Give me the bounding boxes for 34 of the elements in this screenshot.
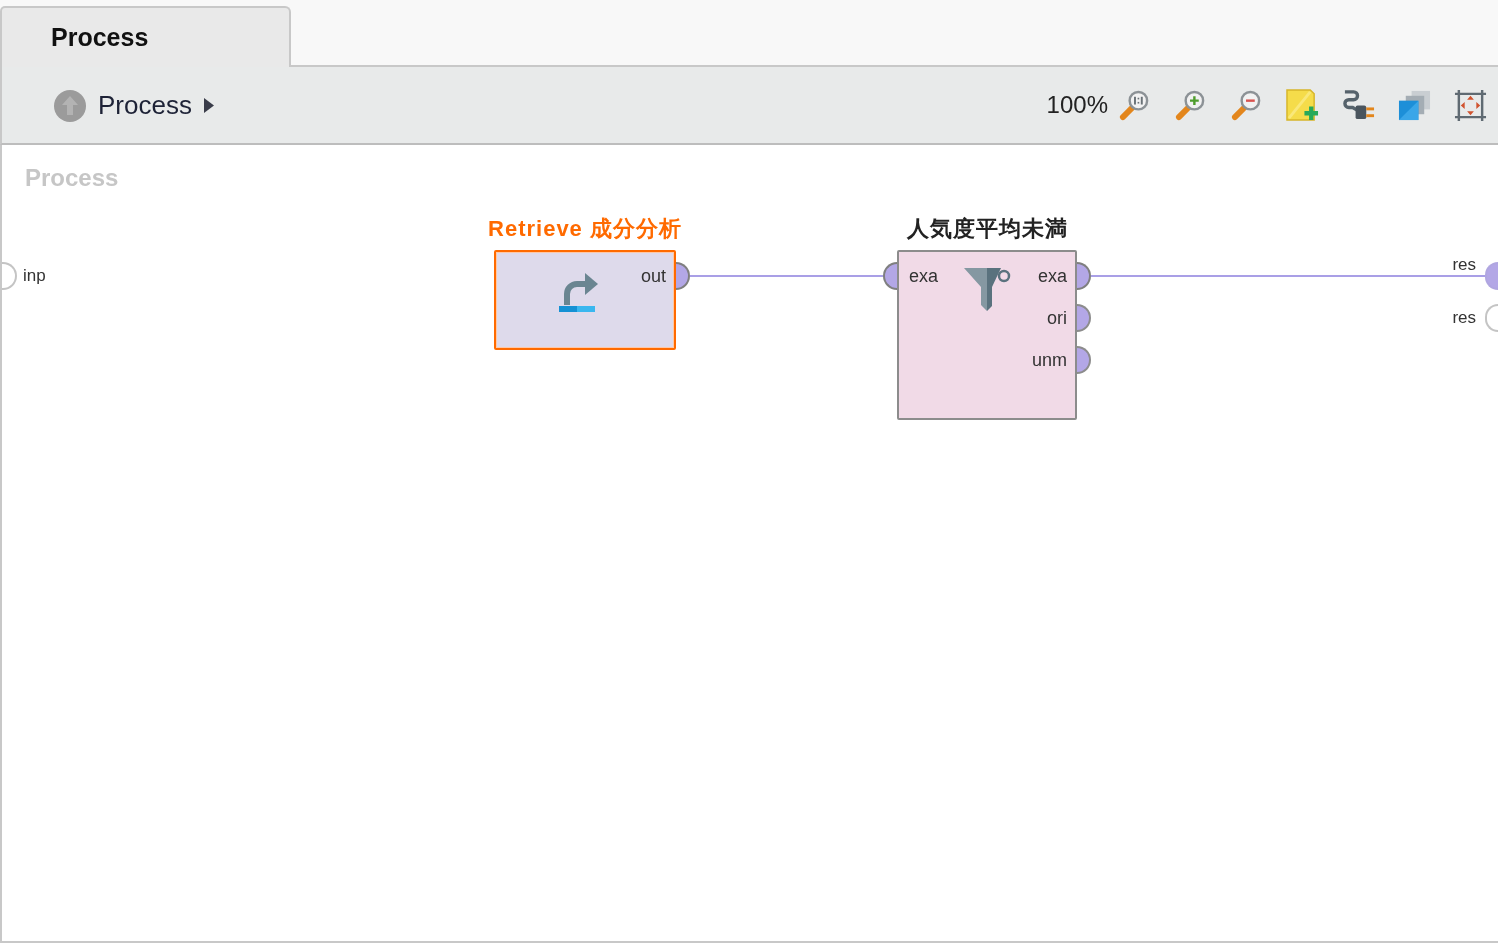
editor-tab[interactable]: Process [0,6,291,67]
curved-arrow-icon [559,270,599,312]
output-port[interactable] [1077,262,1091,290]
operator-title: 人気度平均未満 [906,216,1068,242]
port-label: res [1452,254,1476,276]
plug-icon[interactable] [1342,88,1375,122]
zoom-out-icon[interactable] [1230,88,1263,122]
output-port[interactable] [1485,304,1498,332]
fit-frame-icon[interactable] [1454,88,1487,122]
port-label: res [1452,307,1476,329]
port-label: exa [909,265,939,288]
output-port[interactable] [676,262,690,290]
operator-node[interactable]: exa exa ori unm [897,250,1077,420]
zoom-in-icon[interactable] [1174,88,1207,122]
port-label: ori [1047,307,1067,330]
input-port[interactable] [2,262,17,290]
port-label: inp [23,265,46,287]
port-label: exa [1037,265,1067,288]
stacked-squares-icon[interactable] [1398,88,1431,122]
output-port[interactable] [1077,304,1091,332]
operator-title: Retrieve 成分分析 [488,216,682,242]
output-port[interactable] [1485,262,1498,290]
note-plus-icon[interactable] [1286,88,1319,122]
breadcrumb-link[interactable]: Process [98,89,192,121]
funnel-icon [963,265,1011,311]
magnifier-icon[interactable] [1118,88,1151,122]
port-label: unm [1032,349,1067,372]
caret-icon[interactable] [203,97,214,113]
port-label: out [640,265,666,288]
output-port[interactable] [1077,346,1091,374]
zoom-level: 100% [1046,91,1108,119]
operator-node[interactable]: out [494,250,676,350]
input-port[interactable] [883,262,897,290]
canvas-title: Process [25,164,119,192]
